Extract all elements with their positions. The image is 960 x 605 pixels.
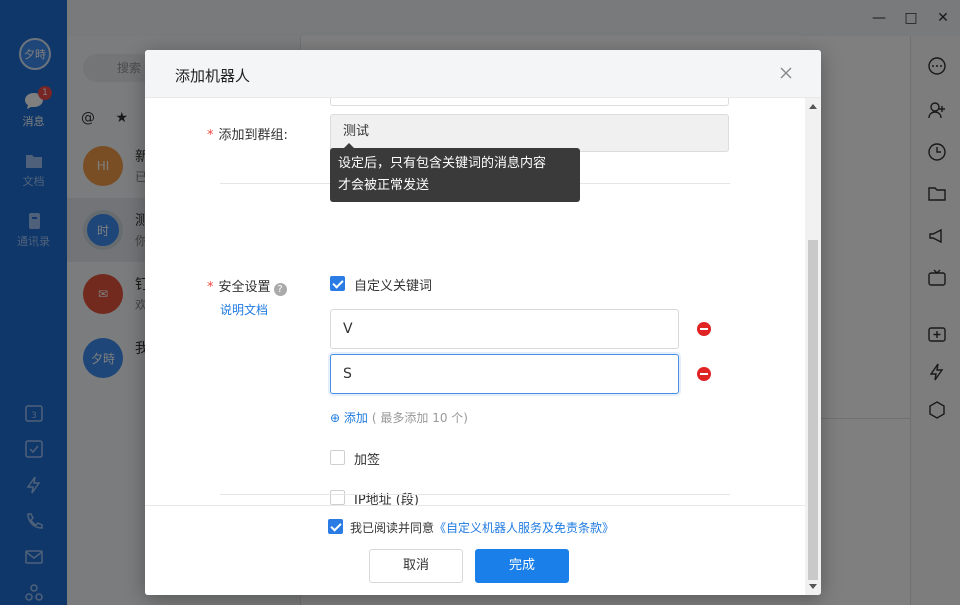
group-label-text: 添加到群组: xyxy=(218,128,288,143)
keyword-tooltip: 设定后，只有包含关键词的消息内容 才会被正常发送 xyxy=(330,143,580,202)
remove-keyword-icon[interactable] xyxy=(697,367,711,381)
agree-prefix: 我已阅读并同意 xyxy=(350,521,435,535)
tooltip-line-1: 设定后，只有包含关键词的消息内容 xyxy=(338,156,547,171)
ip-checkbox[interactable] xyxy=(330,490,345,505)
previous-field[interactable] xyxy=(330,98,729,106)
scroll-up-icon[interactable] xyxy=(809,104,817,109)
group-field: 测试 xyxy=(330,114,729,152)
remove-keyword-icon[interactable] xyxy=(697,322,711,336)
dialog-body: * 添加到群组: 测试 设定后，只有包含关键词的消息内容 才会被正常发送 * 安全设… xyxy=(145,98,805,505)
tooltip-arrow xyxy=(344,143,354,148)
terms-link[interactable]: 《自定义机器人服务及免责条款》 xyxy=(434,521,614,535)
plus-circle-icon: ⊕ xyxy=(330,411,341,425)
keyword-input[interactable]: S xyxy=(330,354,679,394)
doc-link[interactable]: 说明文档 xyxy=(220,301,268,318)
help-icon[interactable]: ? xyxy=(273,283,287,296)
dialog-header: 添加机器人 xyxy=(145,50,821,98)
group-label: * 添加到群组: xyxy=(207,124,288,143)
footer-divider xyxy=(220,494,730,495)
security-label-text: 安全设置 xyxy=(218,280,271,295)
add-keyword-label: 添加 xyxy=(343,411,368,425)
agree-checkbox[interactable] xyxy=(328,519,343,534)
scroll-down-icon[interactable] xyxy=(809,584,817,589)
custom-keyword-label: 自定义关键词 xyxy=(354,279,433,294)
required-mark: * xyxy=(207,128,214,143)
tooltip-line-2: 才会被正常发送 xyxy=(338,178,430,193)
dialog-scrollbar[interactable] xyxy=(805,98,821,595)
dialog-title: 添加机器人 xyxy=(175,67,251,85)
add-robot-dialog: 添加机器人 * 添加到群组: 测试 设定后，只有包含关键词的消息内容 才会被正常发… xyxy=(145,50,821,595)
add-keyword-hint: ( 最多添加 10 个) xyxy=(371,411,468,425)
agree-text: 我已阅读并同意《自定义机器人服务及免责条款》 xyxy=(350,519,614,536)
ip-label: IP地址 (段) xyxy=(354,493,419,505)
scroll-thumb[interactable] xyxy=(808,240,818,580)
cancel-button[interactable]: 取消 xyxy=(369,549,463,583)
sign-label: 加签 xyxy=(354,453,381,468)
confirm-button[interactable]: 完成 xyxy=(475,549,569,583)
security-label: * 安全设置? xyxy=(207,276,287,296)
close-icon[interactable] xyxy=(775,62,797,84)
required-mark: * xyxy=(207,280,214,295)
add-keyword-button[interactable]: ⊕ 添加( 最多添加 10 个) xyxy=(330,409,468,426)
custom-keyword-checkbox[interactable] xyxy=(330,276,345,291)
sign-checkbox[interactable] xyxy=(330,450,345,465)
keyword-input[interactable]: V xyxy=(330,309,679,349)
dialog-footer: 我已阅读并同意《自定义机器人服务及免责条款》 取消 完成 xyxy=(145,494,805,595)
